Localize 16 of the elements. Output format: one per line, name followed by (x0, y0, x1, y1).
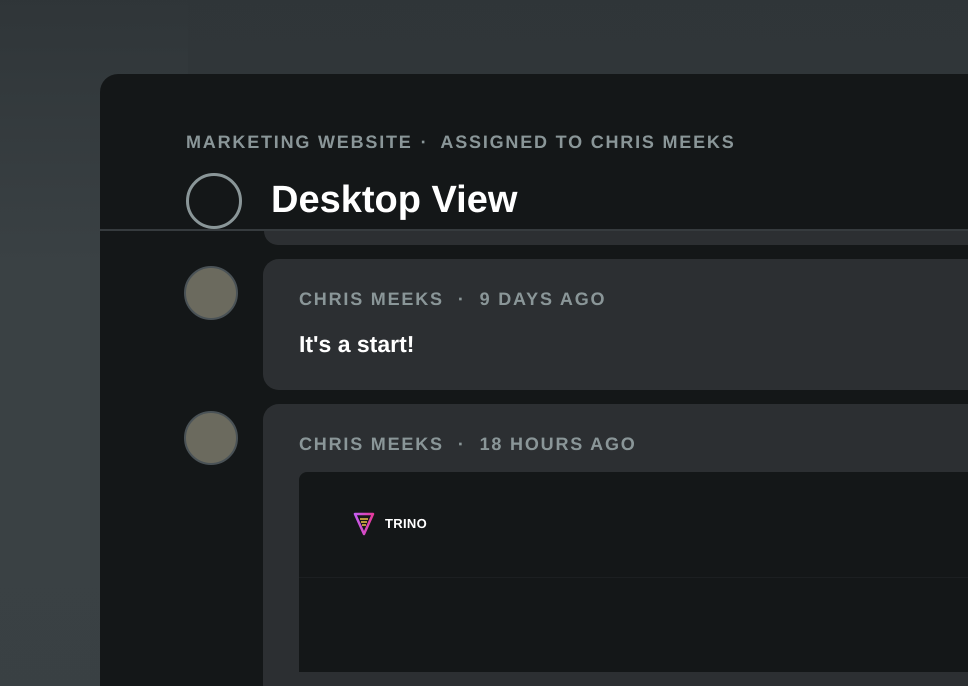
avatar (184, 266, 238, 320)
task-title: Desktop View (271, 178, 518, 223)
assignee-label: ASSIGNED TO CHRIS MEEKS (440, 131, 736, 154)
triangle-logo-icon (353, 512, 375, 536)
separator-dot: · (458, 288, 466, 311)
avatar (184, 410, 238, 464)
comment-author: CHRIS MEEKS (299, 432, 444, 456)
comment-author: CHRIS MEEKS (299, 288, 444, 311)
separator-dot: · (420, 131, 428, 154)
complete-checkbox[interactable] (186, 172, 242, 228)
comment-time: 18 HOURS AGO (480, 432, 637, 456)
comment-time: 9 DAYS AGO (480, 288, 606, 311)
comment-text: It's a start! (299, 330, 416, 359)
project-name[interactable]: MARKETING WEBSITE (186, 129, 413, 156)
separator-dot: · (458, 432, 466, 456)
logo-text: TRINO (385, 515, 428, 534)
